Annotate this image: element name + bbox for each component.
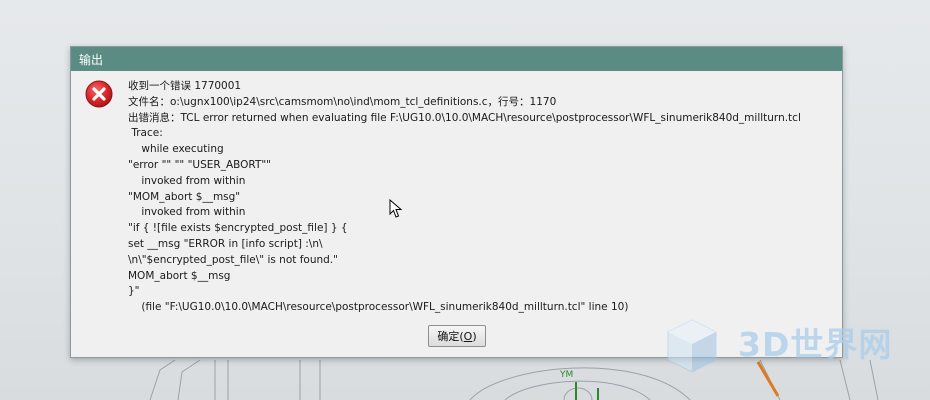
part-outline — [504, 380, 651, 400]
message-line: invoked from within — [128, 174, 246, 187]
dialog-title: 输出 — [79, 53, 104, 67]
message-line: 出错消息：TCL error returned when evaluating … — [128, 111, 801, 124]
error-message: 收到一个错误 1770001 文件名：o:\ugnx100\ip24\src\c… — [128, 79, 833, 316]
message-line: MOM_abort $__msg — [128, 269, 231, 282]
message-line: "if { ![file exists $encrypted_post_file… — [128, 222, 348, 235]
message-line: set __msg "ERROR in [info script] :\n\ — [128, 237, 323, 250]
message-line: 收到一个错误 1770001 — [128, 80, 242, 92]
message-line: \n\"$encrypted_post_file\" is not found.… — [128, 253, 338, 266]
part-outline — [469, 367, 691, 400]
message-line: (file "F:\UG10.0\10.0\MACH\resource\post… — [128, 301, 629, 314]
part-outline — [563, 387, 593, 400]
message-line: }" — [128, 285, 140, 298]
mouse-cursor-icon — [389, 199, 403, 218]
part-outline — [177, 359, 201, 400]
message-line: 文件名：o:\ugnx100\ip24\src\camsmom\no\ind\m… — [128, 95, 557, 108]
message-line: Trace: — [128, 127, 163, 140]
message-line: "error "" "" "USER_ABORT"" — [128, 158, 272, 171]
error-dialog: 输出 收到一个错误 1770001 文件名：o:\ugnx100\ip24\sr… — [70, 46, 843, 358]
message-line: "MOM_abort $__msg" — [128, 190, 241, 203]
message-line: invoked from within — [128, 206, 246, 219]
ok-button-label-suffix: ) — [472, 330, 477, 343]
part-outline — [149, 359, 176, 400]
dialog-titlebar[interactable]: 输出 — [71, 47, 842, 71]
error-icon — [85, 80, 113, 108]
watermark-text: 3D世界网 — [738, 325, 893, 364]
message-line: while executing — [128, 143, 224, 156]
ok-button[interactable]: 确定(O) — [428, 325, 486, 347]
axis-label: YM — [560, 370, 574, 380]
ok-button-label-prefix: 确定( — [437, 330, 464, 343]
